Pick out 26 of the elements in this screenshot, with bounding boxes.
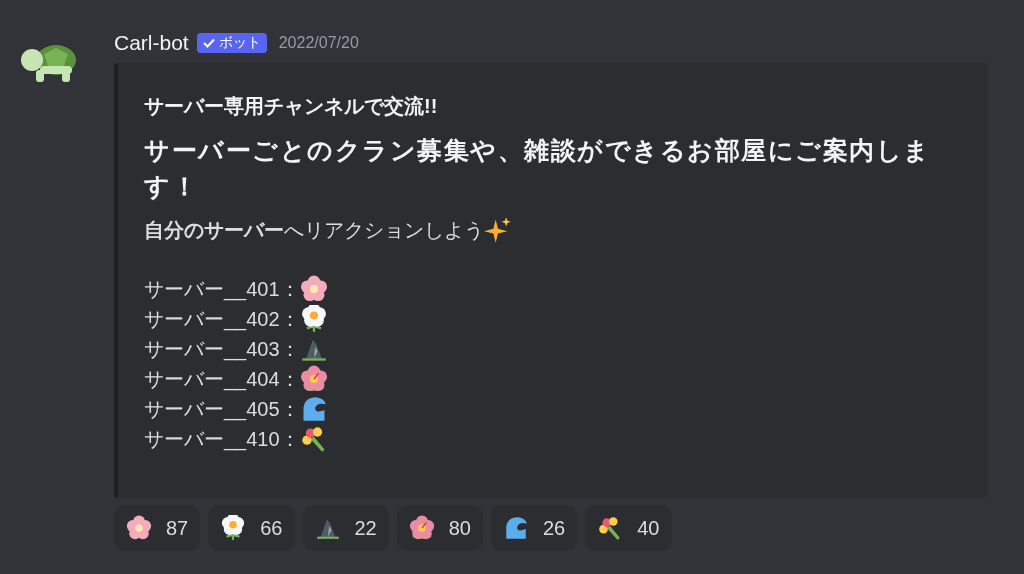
reaction-button[interactable]: 87 bbox=[114, 506, 201, 550]
server-label: サーバー__410： bbox=[144, 426, 300, 453]
flower-icon bbox=[220, 515, 247, 541]
server-label: サーバー__403： bbox=[144, 336, 300, 363]
embed-heading: サーバーごとのクラン募集や、雑談ができるお部屋にご案内します！ bbox=[144, 135, 932, 202]
reaction-button[interactable]: 22 bbox=[302, 506, 389, 550]
hibiscus-icon bbox=[408, 515, 435, 541]
author-name[interactable]: Carl-bot bbox=[114, 31, 189, 55]
reaction-button[interactable]: 26 bbox=[491, 506, 578, 550]
server-label: サーバー__402： bbox=[144, 306, 300, 333]
server-label: サーバー__401： bbox=[144, 276, 300, 303]
server-label: サーバー__405： bbox=[144, 396, 300, 423]
blossom-icon bbox=[299, 275, 328, 303]
blossom-icon bbox=[126, 515, 152, 541]
wave-icon bbox=[503, 515, 529, 541]
reaction-button[interactable]: 80 bbox=[396, 506, 483, 550]
sparkles-icon bbox=[484, 216, 512, 244]
embed-title: サーバー専用チャンネルで交流!! bbox=[144, 94, 439, 119]
reaction-button[interactable]: 40 bbox=[585, 506, 672, 550]
reaction-button[interactable]: 66 bbox=[208, 506, 295, 550]
bot-badge: ボット bbox=[196, 33, 267, 53]
flower-icon bbox=[299, 305, 328, 333]
embed-text: 自分のサーバーへリアクションしよう bbox=[144, 217, 484, 243]
hibiscus-icon bbox=[299, 365, 328, 393]
timestamp: 2022/07/20 bbox=[278, 34, 359, 52]
server-label: サーバー__404： bbox=[144, 366, 300, 393]
